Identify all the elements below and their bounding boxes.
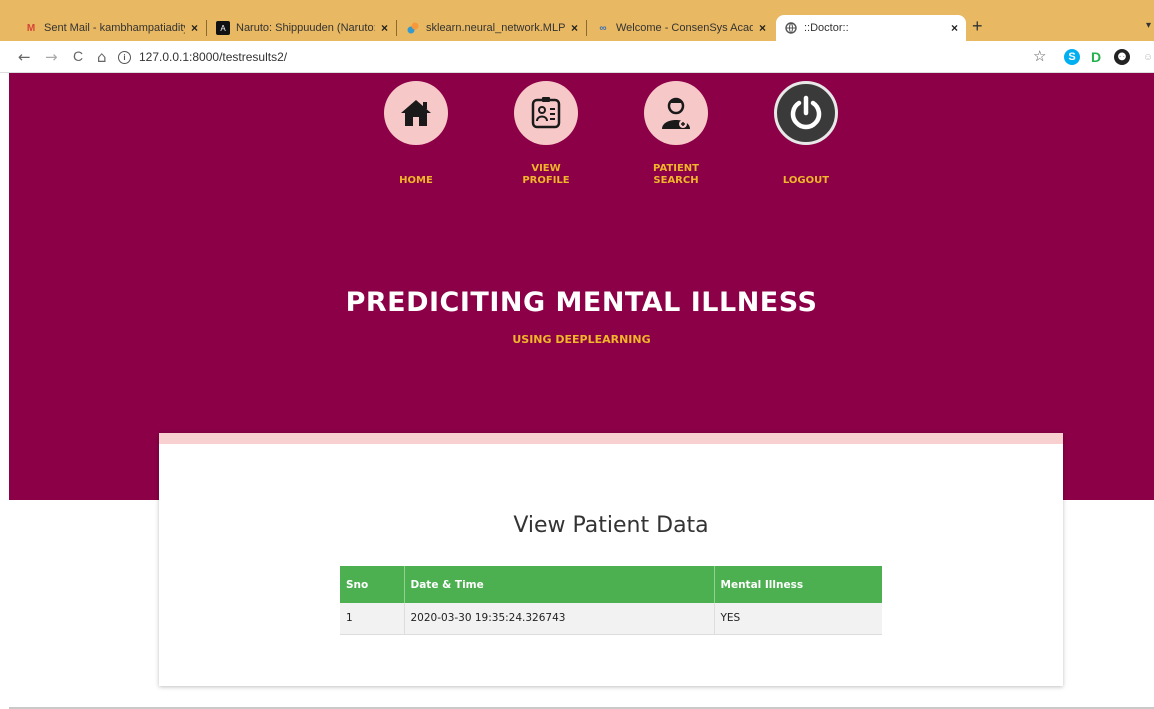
tab-title: Sent Mail - kambhampatiaditya0	[44, 22, 185, 34]
tab-naruto[interactable]: A Naruto: Shippuuden (Naruto: Shi ×	[208, 15, 396, 41]
close-icon[interactable]: ×	[759, 21, 766, 35]
d-extension-icon[interactable]: D	[1088, 49, 1104, 65]
url-field[interactable]: i 127.0.0.1:8000/testresults2/	[118, 46, 1023, 68]
tab-separator	[206, 20, 207, 36]
table-row: 1 2020-03-30 19:35:24.326743 YES	[340, 603, 882, 635]
doctor-icon[interactable]	[644, 81, 708, 145]
profile-avatar-icon[interactable]: ☺	[1140, 49, 1154, 65]
cell-sno: 1	[340, 603, 405, 635]
panel-title: View Patient Data	[513, 513, 709, 538]
nav-home[interactable]: HOME	[371, 81, 461, 187]
tab-separator	[396, 20, 397, 36]
column-header-date-time: Date & Time	[404, 566, 715, 603]
patient-data-table: Sno Date & Time Mental Illness 1 2020-03…	[340, 566, 882, 635]
tab-title: Welcome - ConsenSys Academy	[616, 22, 753, 34]
back-button[interactable]: ←	[18, 48, 31, 66]
home-button[interactable]: ⌂	[97, 48, 107, 66]
tab-title: Naruto: Shippuuden (Naruto: Shi	[236, 22, 375, 34]
profile-card-icon[interactable]	[514, 81, 578, 145]
nav-label-view-profile[interactable]: VIEW PROFILE	[501, 159, 591, 187]
tab-sklearn[interactable]: sklearn.neural_network.MLPClass ×	[398, 15, 586, 41]
close-icon[interactable]: ×	[381, 21, 388, 35]
home-icon[interactable]	[384, 81, 448, 145]
extension-icon[interactable]: ⚉	[1114, 49, 1130, 65]
sklearn-icon	[406, 21, 420, 35]
info-icon[interactable]: i	[118, 50, 131, 64]
cell-mental-illness: YES	[714, 603, 882, 635]
column-header-mental-illness: Mental Illness	[714, 566, 882, 603]
tab-title: ::Doctor::	[804, 22, 849, 34]
panel-top-bar	[159, 433, 1063, 444]
table-header-row: Sno Date & Time Mental Illness	[340, 566, 882, 603]
close-icon[interactable]: ×	[191, 21, 198, 35]
globe-icon	[784, 21, 798, 35]
page-title: PREDICITING MENTAL ILLNESS	[345, 287, 818, 318]
tab-doctor[interactable]: ::Doctor:: ×	[776, 15, 966, 41]
bookmark-star-icon[interactable]: ☆	[1033, 47, 1046, 65]
nav-label-patient-search[interactable]: PATIENT SEARCH	[631, 159, 721, 187]
close-icon[interactable]: ×	[571, 21, 578, 35]
nav-logout[interactable]: LOGOUT	[761, 81, 851, 187]
cell-date-time: 2020-03-30 19:35:24.326743	[404, 603, 715, 635]
tab-consensys[interactable]: ∞ Welcome - ConsenSys Academy ×	[588, 15, 774, 41]
nav-patient-search[interactable]: PATIENT SEARCH	[631, 81, 721, 187]
tab-title: sklearn.neural_network.MLPClass	[426, 22, 565, 34]
close-icon[interactable]: ×	[951, 21, 958, 35]
patient-data-panel: View Patient Data Sno Date & Time Mental…	[159, 433, 1063, 686]
address-bar: ← → C ⌂ i 127.0.0.1:8000/testresults2/ ☆…	[0, 41, 1154, 73]
power-icon[interactable]	[774, 81, 838, 145]
nav-view-profile[interactable]: VIEW PROFILE	[501, 81, 591, 187]
consensys-icon: ∞	[599, 22, 607, 34]
browser-tab-bar: M Sent Mail - kambhampatiaditya0 × A Nar…	[0, 0, 1154, 41]
skype-extension-icon[interactable]: S	[1064, 49, 1080, 65]
tab-gmail[interactable]: M Sent Mail - kambhampatiaditya0 ×	[16, 15, 206, 41]
tab-menu-chevron-icon[interactable]: ▾	[1146, 20, 1151, 31]
page-subtitle: USING DEEPLEARNING	[512, 333, 651, 346]
forward-button[interactable]: →	[45, 48, 58, 66]
nav-label-logout[interactable]: LOGOUT	[761, 159, 851, 187]
anime-icon: A	[216, 21, 230, 35]
nav-label-home[interactable]: HOME	[371, 159, 461, 187]
column-header-sno: Sno	[340, 566, 405, 603]
url-text: 127.0.0.1:8000/testresults2/	[139, 50, 288, 64]
tab-separator	[586, 20, 587, 36]
new-tab-button[interactable]: +	[972, 16, 983, 37]
reload-button[interactable]: C	[73, 48, 83, 64]
gmail-icon: M	[26, 22, 36, 34]
